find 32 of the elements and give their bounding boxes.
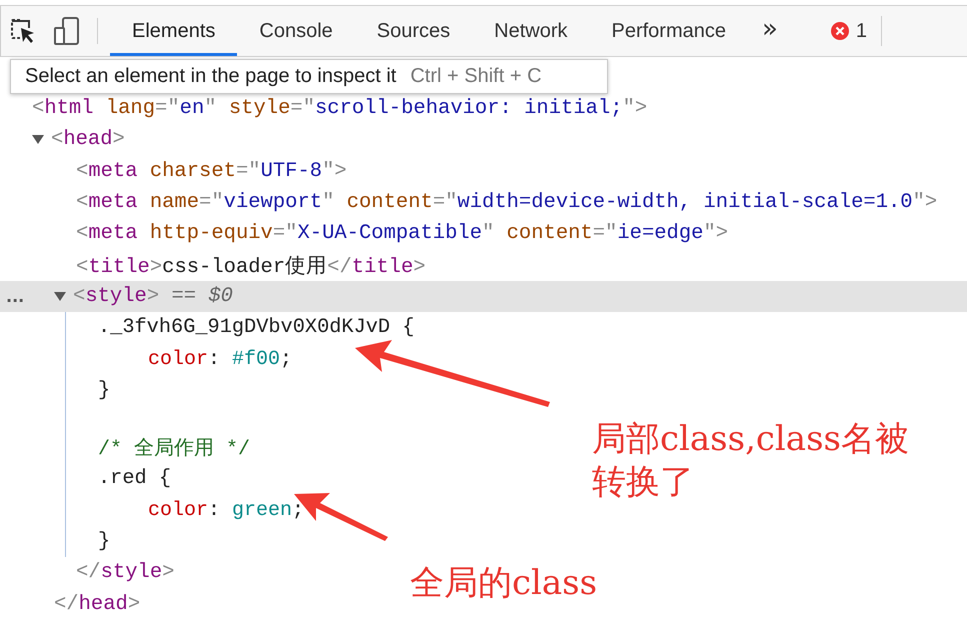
annotation-text: 局部class,class名被转换了 — [592, 418, 910, 503]
error-counter[interactable]: 1 — [822, 6, 876, 56]
more-tabs-button[interactable]: » — [748, 6, 792, 56]
tab[interactable]: Sources — [354, 6, 472, 56]
code-line: color: green; — [148, 498, 304, 522]
tab[interactable]: Elements — [110, 6, 238, 56]
device-toolbar-icon[interactable] — [52, 16, 82, 46]
more-dots[interactable]: ... — [6, 286, 24, 306]
code-line: } — [98, 378, 110, 402]
annotation-text: 全局的class — [410, 562, 598, 604]
code-line: <html lang="en" style="scroll-behavior: initial;"> — [32, 97, 648, 120]
code-line: .red { — [98, 467, 172, 490]
code-line: <meta charset="UTF-8"> — [76, 160, 347, 183]
error-icon — [830, 21, 850, 41]
code-line: ._3fvh6G_91gDVbv0X0dKJvD { — [98, 316, 414, 340]
tab[interactable]: Performance — [590, 6, 748, 56]
shortcut-text: Ctrl + Shift + C — [410, 65, 542, 88]
code-line: </head> — [54, 592, 140, 616]
expand-triangle-icon[interactable] — [32, 135, 44, 144]
code-line: <meta http-equiv="X-UA-Compatible" content="ie=edge"> — [76, 222, 728, 246]
tab[interactable]: Console — [237, 6, 355, 56]
code-line: <meta name="viewport" content="width=device-width, initial-scale=1.0"> — [76, 191, 938, 214]
expand-triangle-icon[interactable] — [54, 292, 66, 301]
code-line: color: #f00; — [148, 348, 292, 371]
tab[interactable]: Network — [472, 6, 590, 56]
code-line: <title>css-loader使用</title> — [76, 254, 426, 280]
code-line: </style> — [76, 561, 174, 584]
code-line: <style> == $0 — [73, 284, 233, 308]
tooltip-text: Select an element in the page to inspect it — [25, 65, 396, 88]
code-line: /* 全局作用 */ — [98, 436, 250, 462]
code-line: <head> — [51, 128, 125, 152]
code-line: } — [98, 530, 110, 553]
